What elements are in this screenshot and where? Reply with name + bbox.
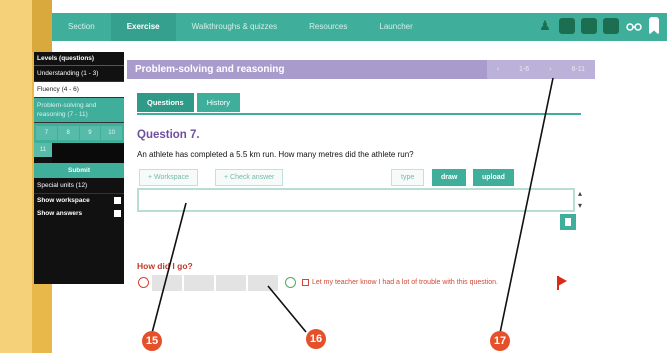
- upload-mode-button[interactable]: upload: [473, 169, 514, 186]
- confidence-rating: [152, 275, 278, 291]
- level-fluency[interactable]: Fluency (4 - 6): [34, 82, 124, 98]
- range-6-11[interactable]: 6-11: [562, 60, 596, 79]
- question-grid: 7 8 9 10: [34, 123, 124, 143]
- content-tabs: Questions History: [137, 93, 241, 112]
- teacher-icon[interactable]: ♟: [537, 18, 553, 34]
- nav-tab-resources[interactable]: Resources: [293, 13, 363, 41]
- question-button-11[interactable]: 11: [34, 143, 52, 157]
- top-nav-bar: Section Exercise Walkthroughs & quizzes …: [52, 13, 667, 41]
- glasses-icon[interactable]: [625, 18, 643, 34]
- range-1-6[interactable]: 1-6: [509, 60, 539, 79]
- print-icon[interactable]: [559, 18, 575, 34]
- submit-button[interactable]: Submit: [34, 163, 124, 178]
- level-understanding[interactable]: Understanding (1 - 3): [34, 66, 124, 82]
- workspace-button[interactable]: + Workspace: [139, 169, 198, 186]
- show-workspace-checkbox[interactable]: [114, 197, 121, 204]
- trash-icon: [565, 218, 571, 226]
- nav-tab-section[interactable]: Section: [52, 13, 111, 41]
- left-decorative-band-top: [32, 0, 52, 52]
- question-button-9[interactable]: 9: [79, 126, 101, 140]
- flag-icon[interactable]: [558, 276, 567, 286]
- calculator-icon[interactable]: [581, 18, 597, 34]
- nav-tab-walkthroughs[interactable]: Walkthroughs & quizzes: [176, 13, 294, 41]
- feedback-heading: How did I go?: [137, 261, 193, 271]
- show-answers-toggle[interactable]: Show answers: [34, 207, 124, 220]
- rating-option-4[interactable]: [248, 275, 278, 291]
- question-button-10[interactable]: 10: [101, 126, 122, 140]
- levels-heading: Levels (questions): [34, 52, 124, 66]
- question-text: An athlete has completed a 5.5 km run. H…: [137, 150, 414, 159]
- tab-questions[interactable]: Questions: [137, 93, 194, 112]
- left-decorative-stripe: [0, 0, 32, 353]
- nav-tab-exercise[interactable]: Exercise: [110, 13, 176, 41]
- rating-option-1[interactable]: [152, 275, 182, 291]
- section-title-bar: Problem-solving and reasoning ‹ 1-6 › 6-…: [127, 60, 595, 79]
- callout-17: 17: [490, 331, 510, 351]
- answer-input[interactable]: [137, 188, 575, 212]
- levels-panel: Levels (questions) Understanding (1 - 3)…: [34, 52, 124, 284]
- question-grid-row: 11: [34, 143, 124, 163]
- question-button-8[interactable]: 8: [57, 126, 79, 140]
- top-icon-group: ♟: [537, 17, 659, 35]
- happy-face-icon: [285, 277, 296, 288]
- level-special-units[interactable]: Special units (12): [34, 178, 124, 194]
- type-mode-button[interactable]: type: [391, 169, 425, 186]
- callout-16: 16: [306, 329, 326, 349]
- answer-resize-handle[interactable]: ▴ ▾: [576, 188, 584, 212]
- next-range-button[interactable]: ›: [539, 60, 561, 79]
- rating-option-3[interactable]: [216, 275, 246, 291]
- question-button-7[interactable]: 7: [36, 126, 57, 140]
- question-title: Question 7.: [137, 129, 200, 141]
- show-workspace-label: Show workspace: [37, 197, 90, 204]
- tab-history[interactable]: History: [196, 93, 241, 112]
- check-answer-button[interactable]: + Check answer: [215, 169, 284, 186]
- show-answers-checkbox[interactable]: [114, 210, 121, 217]
- prev-range-button[interactable]: ‹: [487, 60, 509, 79]
- callout-15: 15: [142, 331, 162, 351]
- calendar-icon[interactable]: [603, 18, 619, 34]
- level-problem-solving[interactable]: Problem-solving and reasoning (7 - 11): [34, 98, 124, 123]
- rating-option-2[interactable]: [184, 275, 214, 291]
- trouble-label: Let my teacher know I had a lot of troub…: [312, 279, 498, 286]
- tab-underline: [137, 113, 581, 115]
- show-answers-label: Show answers: [37, 210, 83, 217]
- sad-face-icon: [138, 277, 149, 288]
- question-grid-spacer: [52, 143, 124, 163]
- delete-answer-button[interactable]: [560, 214, 576, 230]
- show-workspace-toggle[interactable]: Show workspace: [34, 194, 124, 207]
- nav-tab-launcher[interactable]: Launcher: [363, 13, 428, 41]
- bookmark-icon[interactable]: [649, 17, 659, 35]
- draw-mode-button[interactable]: draw: [432, 169, 467, 186]
- section-title: Problem-solving and reasoning: [135, 64, 285, 75]
- question-range-nav: ‹ 1-6 › 6-11: [486, 60, 596, 79]
- trouble-checkbox[interactable]: [302, 279, 309, 286]
